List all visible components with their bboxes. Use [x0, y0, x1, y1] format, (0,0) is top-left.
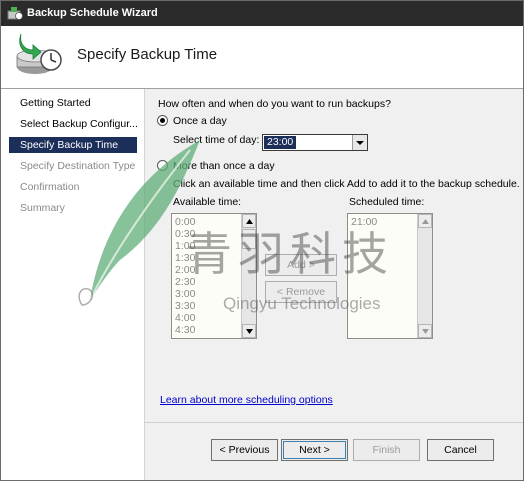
scheduled-time-list[interactable]: 21:00 [347, 213, 433, 339]
once-a-day-radio[interactable] [157, 115, 168, 126]
available-list-scrollbar[interactable] [241, 214, 256, 338]
scroll-thumb[interactable] [242, 229, 256, 249]
previous-button[interactable]: < Previous [211, 439, 278, 461]
more-than-once-radio[interactable] [157, 160, 168, 171]
window-title: Backup Schedule Wizard [27, 7, 158, 19]
scroll-down-button[interactable] [418, 324, 432, 338]
arrow-up-icon [422, 219, 429, 224]
arrow-down-icon [422, 329, 429, 334]
nav-item-summary: Summary [20, 202, 65, 214]
arrow-up-icon [246, 219, 253, 224]
scroll-up-button[interactable] [418, 214, 432, 228]
time-of-day-dropdown[interactable]: 23:00 [262, 134, 368, 151]
finish-button[interactable]: Finish [353, 439, 420, 461]
list-item[interactable]: 0:00 [175, 216, 195, 228]
scheduled-list-scrollbar[interactable] [417, 214, 432, 338]
scroll-down-button[interactable] [242, 324, 256, 338]
cancel-button[interactable]: Cancel [427, 439, 494, 461]
more-than-once-label[interactable]: More than once a day [173, 160, 275, 172]
list-item[interactable]: 3:30 [175, 300, 195, 312]
nav-item-getting-started[interactable]: Getting Started [9, 95, 137, 111]
schedule-question: How often and when do you want to run ba… [158, 98, 391, 110]
list-item[interactable]: 4:00 [175, 312, 195, 324]
remove-button[interactable]: < Remove [265, 281, 337, 303]
time-of-day-value: 23:00 [264, 136, 297, 149]
nav-item-confirmation: Confirmation [20, 181, 80, 193]
scroll-up-button[interactable] [242, 214, 256, 228]
list-item[interactable]: 21:00 [351, 216, 377, 228]
list-item[interactable]: 2:00 [175, 264, 195, 276]
nav-item-specify-backup-time[interactable]: Specify Backup Time [9, 137, 137, 153]
available-time-list[interactable]: 0:00 0:30 1:00 1:30 2:00 2:30 3:00 3:30 … [171, 213, 257, 339]
backup-clock-icon [16, 33, 62, 74]
list-item[interactable]: 2:30 [175, 276, 195, 288]
page-title: Specify Backup Time [77, 46, 218, 63]
wizard-window: Backup Schedule Wizard Specify Backup Ti… [0, 0, 524, 481]
backup-app-icon [7, 7, 23, 20]
list-item[interactable]: 1:30 [175, 252, 195, 264]
title-bar[interactable]: Backup Schedule Wizard [1, 1, 523, 26]
list-item[interactable]: 3:00 [175, 288, 195, 300]
add-button[interactable]: Add > [265, 254, 337, 276]
list-item[interactable]: 4:30 [175, 324, 195, 336]
next-button[interactable]: Next > [281, 439, 348, 461]
available-time-label: Available time: [173, 196, 242, 208]
time-of-day-label: Select time of day: [173, 134, 260, 146]
once-a-day-label[interactable]: Once a day [173, 115, 227, 127]
arrow-down-icon [246, 329, 253, 334]
nav-item-specify-destination-type: Specify Destination Type [20, 160, 136, 172]
wizard-header: Specify Backup Time [1, 26, 523, 89]
list-item[interactable]: 1:00 [175, 240, 195, 252]
scheduling-options-link[interactable]: Learn about more scheduling options [160, 394, 333, 406]
chevron-down-icon [356, 141, 364, 145]
nav-item-select-backup-configuration[interactable]: Select Backup Configur... [9, 116, 137, 132]
dropdown-button[interactable] [352, 135, 367, 150]
scheduled-time-label: Scheduled time: [349, 196, 425, 208]
wizard-steps-pane: Getting Started Select Backup Configur..… [1, 89, 145, 480]
schedule-instruction: Click an available time and then click A… [173, 178, 520, 190]
list-item[interactable]: 0:30 [175, 228, 195, 240]
